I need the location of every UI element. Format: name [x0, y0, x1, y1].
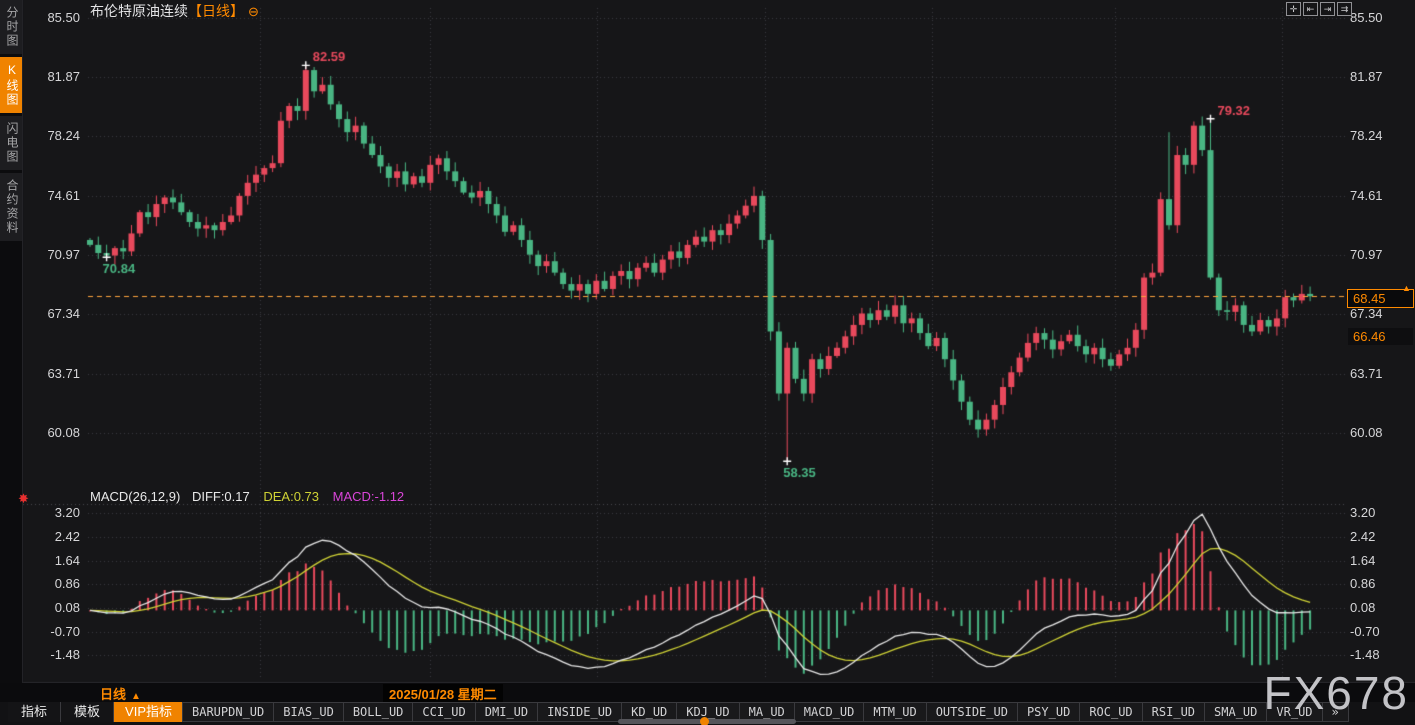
pane-collapse-icon[interactable]: ⇉ — [1337, 2, 1352, 16]
period-arrow-icon: ▲ — [131, 691, 141, 702]
scrollbar-thumb[interactable] — [700, 717, 709, 725]
indicator-button-outside_ud[interactable]: OUTSIDE_UD — [926, 702, 1018, 722]
toolbar-tab-模板[interactable]: 模板 — [61, 702, 114, 722]
period-selector[interactable]: 日线 ▲ — [100, 684, 141, 703]
price-axis-label: 60.08 — [1350, 425, 1383, 440]
indicator-button-psy_ud[interactable]: PSY_UD — [1017, 702, 1080, 722]
price-axis-label: 85.50 — [1350, 10, 1383, 25]
y-axis-fit-icon[interactable]: ⇤ — [1303, 2, 1318, 16]
period-tag: 【日线】 — [188, 3, 244, 19]
toolbar-scrollbar[interactable] — [618, 719, 796, 724]
price-axis-label: 81.87 — [1350, 69, 1383, 84]
indicator-button-roc_ud[interactable]: ROC_UD — [1079, 702, 1142, 722]
macd-axis-label: 0.08 — [1350, 600, 1375, 615]
indicator-button-mtm_ud[interactable]: MTM_UD — [863, 702, 926, 722]
vip-indicator-tab[interactable]: VIP指标 — [114, 702, 183, 722]
more-indicators-button[interactable]: » — [1322, 702, 1349, 722]
indicator-button-dmi_ud[interactable]: DMI_UD — [475, 702, 538, 722]
macd-diff-value: DIFF:0.17 — [192, 489, 250, 504]
indicator-button-bias_ud[interactable]: BIAS_UD — [273, 702, 344, 722]
y-axis-scale-icon[interactable]: ⇥ — [1320, 2, 1335, 16]
price-axis-label: 74.61 — [1350, 188, 1383, 203]
sidebar-item-tab[interactable]: 分时图 — [0, 0, 22, 54]
chart-canvas[interactable] — [0, 0, 1415, 725]
indicator-button-vr_ud[interactable]: VR_UD — [1266, 702, 1322, 722]
macd-axis-label: 0.86 — [1350, 576, 1375, 591]
macd-dea-value: DEA:0.73 — [263, 489, 319, 504]
macd-axis-label: 1.64 — [1350, 553, 1375, 568]
indicator-button-macd_ud[interactable]: MACD_UD — [794, 702, 865, 722]
time-axis-row — [0, 683, 1415, 702]
crosshair-pan-icon[interactable]: ✛ — [1286, 2, 1301, 16]
toolbar-tab-指标[interactable]: 指标 — [8, 702, 61, 722]
sidebar-item-tab[interactable]: 闪电图 — [0, 116, 22, 170]
indicator-button-boll_ud[interactable]: BOLL_UD — [343, 702, 414, 722]
indicator-button-rsi_ud[interactable]: RSI_UD — [1142, 702, 1205, 722]
sidebar-item-tab[interactable]: 合约资料 — [0, 173, 22, 241]
price-axis-label: 70.97 — [1350, 247, 1383, 262]
price-arrow-icon: ▲ — [1402, 283, 1411, 293]
macd-axis-label: -1.48 — [1350, 647, 1380, 662]
indicator-button-sma_ud[interactable]: SMA_UD — [1204, 702, 1267, 722]
secondary-price-tag: 66.46 — [1348, 328, 1413, 345]
indicator-button-inside_ud[interactable]: INSIDE_UD — [537, 702, 622, 722]
sidebar-item-active[interactable]: K线图 — [0, 57, 22, 113]
chart-settings-icon[interactable]: ⊖ — [248, 4, 259, 19]
macd-axis-label: 2.42 — [1350, 529, 1375, 544]
price-axis-label: 67.34 — [1350, 306, 1383, 321]
chart-title: 布伦特原油连续【日线】 ⊖ — [90, 1, 259, 21]
selected-date-readout: 2025/01/28 星期二 — [383, 684, 503, 703]
chart-toolbar-icons: ✛⇤⇥⇉ — [1286, 2, 1352, 16]
period-selector-label: 日线 — [100, 687, 126, 702]
symbol-name: 布伦特原油连续 — [90, 3, 188, 19]
indicator-button-barupdn_ud[interactable]: BARUPDN_UD — [182, 702, 274, 722]
macd-axis-label: 3.20 — [1350, 505, 1375, 520]
price-axis-label: 63.71 — [1350, 366, 1383, 381]
macd-macd-value: MACD:-1.12 — [333, 489, 405, 504]
price-axis-label: 78.24 — [1350, 128, 1383, 143]
indicator-button-cci_ud[interactable]: CCI_UD — [412, 702, 475, 722]
macd-axis-label: -0.70 — [1350, 624, 1380, 639]
macd-title: MACD(26,12,9) — [90, 489, 180, 504]
macd-header: MACD(26,12,9) DIFF:0.17 DEA:0.73 MACD:-1… — [90, 489, 404, 504]
trading-app: 分时图 K线图闪电图合约资料 布伦特原油连续【日线】 ⊖ ✛⇤⇥⇉ 85.50 81.… — [0, 0, 1415, 725]
alert-flash-icon[interactable]: ✸ — [18, 491, 29, 507]
sidebar: 分时图 K线图闪电图合约资料 — [0, 0, 23, 683]
